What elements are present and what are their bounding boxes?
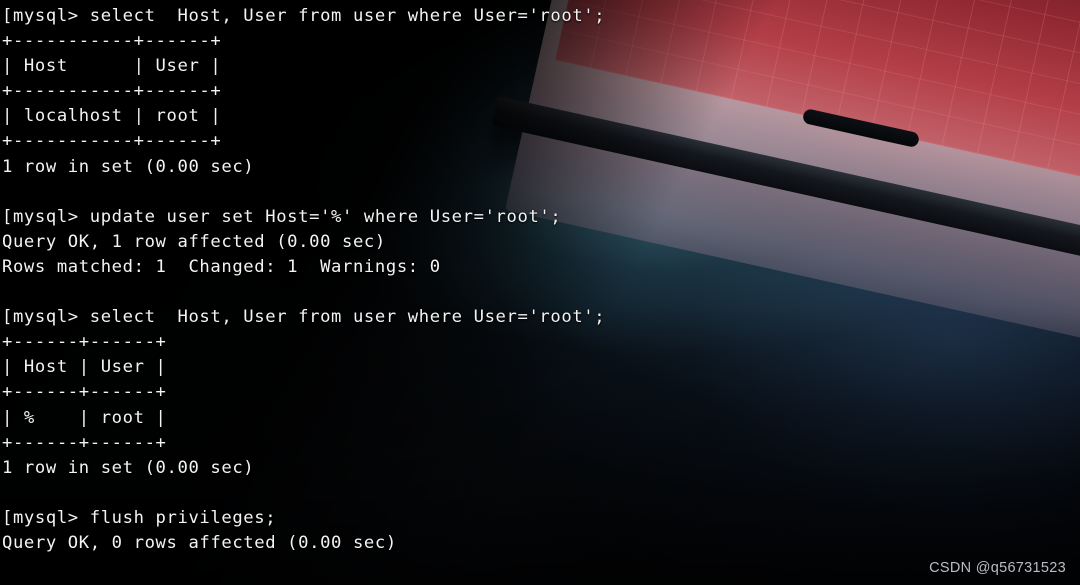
terminal-line: +-----------+------+: [2, 81, 222, 102]
terminal-line: 1 row in set (0.00 sec): [2, 457, 255, 478]
terminal-line: | localhost | root |: [2, 106, 222, 127]
terminal-line: | % | root |: [2, 407, 167, 428]
terminal-output[interactable]: [mysql> select Host, User from user wher…: [0, 0, 1080, 585]
terminal-line: [mysql> update user set Host='%' where U…: [2, 206, 562, 227]
terminal-line: Query OK, 0 rows affected (0.00 sec): [2, 532, 397, 553]
terminal-line: | Host | User |: [2, 56, 222, 77]
terminal-line: [mysql> select Host, User from user wher…: [2, 307, 606, 328]
terminal-line: +-----------+------+: [2, 31, 222, 52]
terminal-line: [mysql> select Host, User from user wher…: [2, 6, 606, 26]
terminal-line: 1 row in set (0.00 sec): [2, 156, 255, 177]
terminal-line: +------+------+: [2, 432, 167, 453]
terminal-line: | Host | User |: [2, 357, 167, 378]
terminal-line: Query OK, 1 row affected (0.00 sec): [2, 231, 386, 252]
terminal-line: +-----------+------+: [2, 131, 222, 152]
terminal-line: Rows matched: 1 Changed: 1 Warnings: 0: [2, 256, 441, 277]
terminal-line: +------+------+: [2, 332, 167, 353]
terminal-line: +------+------+: [2, 382, 167, 403]
terminal-line: [mysql> flush privileges;: [2, 507, 277, 528]
terminal-window[interactable]: [mysql> select Host, User from user wher…: [0, 0, 1080, 585]
watermark: CSDN @q56731523: [929, 560, 1066, 576]
